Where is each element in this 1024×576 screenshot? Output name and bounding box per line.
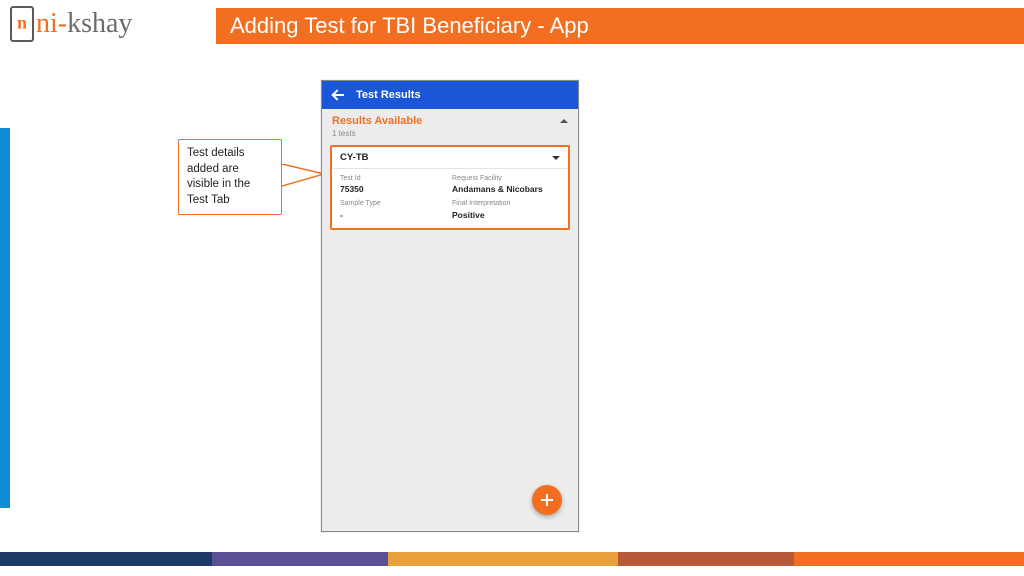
logo-text-right: kshay xyxy=(67,8,132,39)
footer-seg xyxy=(388,552,618,566)
phone-mockup: Test Results Results Available 1 tests C… xyxy=(321,80,579,532)
field-label: Sample Type xyxy=(340,200,448,208)
slide-title: Adding Test for TBI Beneficiary - App xyxy=(230,13,589,39)
field-final-interpretation: Final Interpretation Positive xyxy=(452,200,560,219)
left-accent-bar xyxy=(0,128,10,508)
results-available-label: Results Available xyxy=(332,115,422,127)
field-label: Test Id xyxy=(340,175,448,183)
field-value: Positive xyxy=(452,210,560,220)
field-value: - xyxy=(340,210,448,220)
field-label: Request Facility xyxy=(452,175,560,183)
slide-title-bar: Adding Test for TBI Beneficiary - App xyxy=(216,8,1024,44)
footer-seg xyxy=(794,552,1024,566)
field-sample-type: Sample Type - xyxy=(340,200,448,219)
test-result-card: CY-TB Test Id 75350 Request Facility And… xyxy=(330,145,570,230)
field-test-id: Test Id 75350 xyxy=(340,175,448,194)
callout-box: Test details added are visible in the Te… xyxy=(178,139,282,215)
back-arrow-icon[interactable] xyxy=(332,88,346,102)
field-value: 75350 xyxy=(340,184,448,194)
app-bar: Test Results xyxy=(322,81,578,109)
test-type-label: CY-TB xyxy=(340,152,369,163)
logo-phone-icon xyxy=(10,6,34,42)
results-count-label: 1 tests xyxy=(322,129,578,143)
results-section-header[interactable]: Results Available xyxy=(322,109,578,129)
logo-text-left: ni- xyxy=(36,8,67,39)
footer-seg xyxy=(0,552,212,566)
field-request-facility: Request Facility Andamans & Nicobars xyxy=(452,175,560,194)
logo-text: ni-kshay xyxy=(36,8,132,40)
test-details-grid: Test Id 75350 Request Facility Andamans … xyxy=(332,169,568,228)
chevron-down-icon xyxy=(552,156,560,160)
app-bar-title: Test Results xyxy=(356,89,421,101)
footer-color-bar xyxy=(0,552,1024,566)
field-value: Andamans & Nicobars xyxy=(452,184,560,194)
add-test-fab[interactable] xyxy=(532,485,562,515)
test-card-header[interactable]: CY-TB xyxy=(332,147,568,169)
chevron-up-icon xyxy=(560,119,568,123)
nikshay-logo: ni-kshay xyxy=(10,2,132,46)
footer-seg xyxy=(618,552,795,566)
field-label: Final Interpretation xyxy=(452,200,560,208)
callout-text: Test details added are visible in the Te… xyxy=(187,147,250,206)
footer-seg xyxy=(212,552,389,566)
